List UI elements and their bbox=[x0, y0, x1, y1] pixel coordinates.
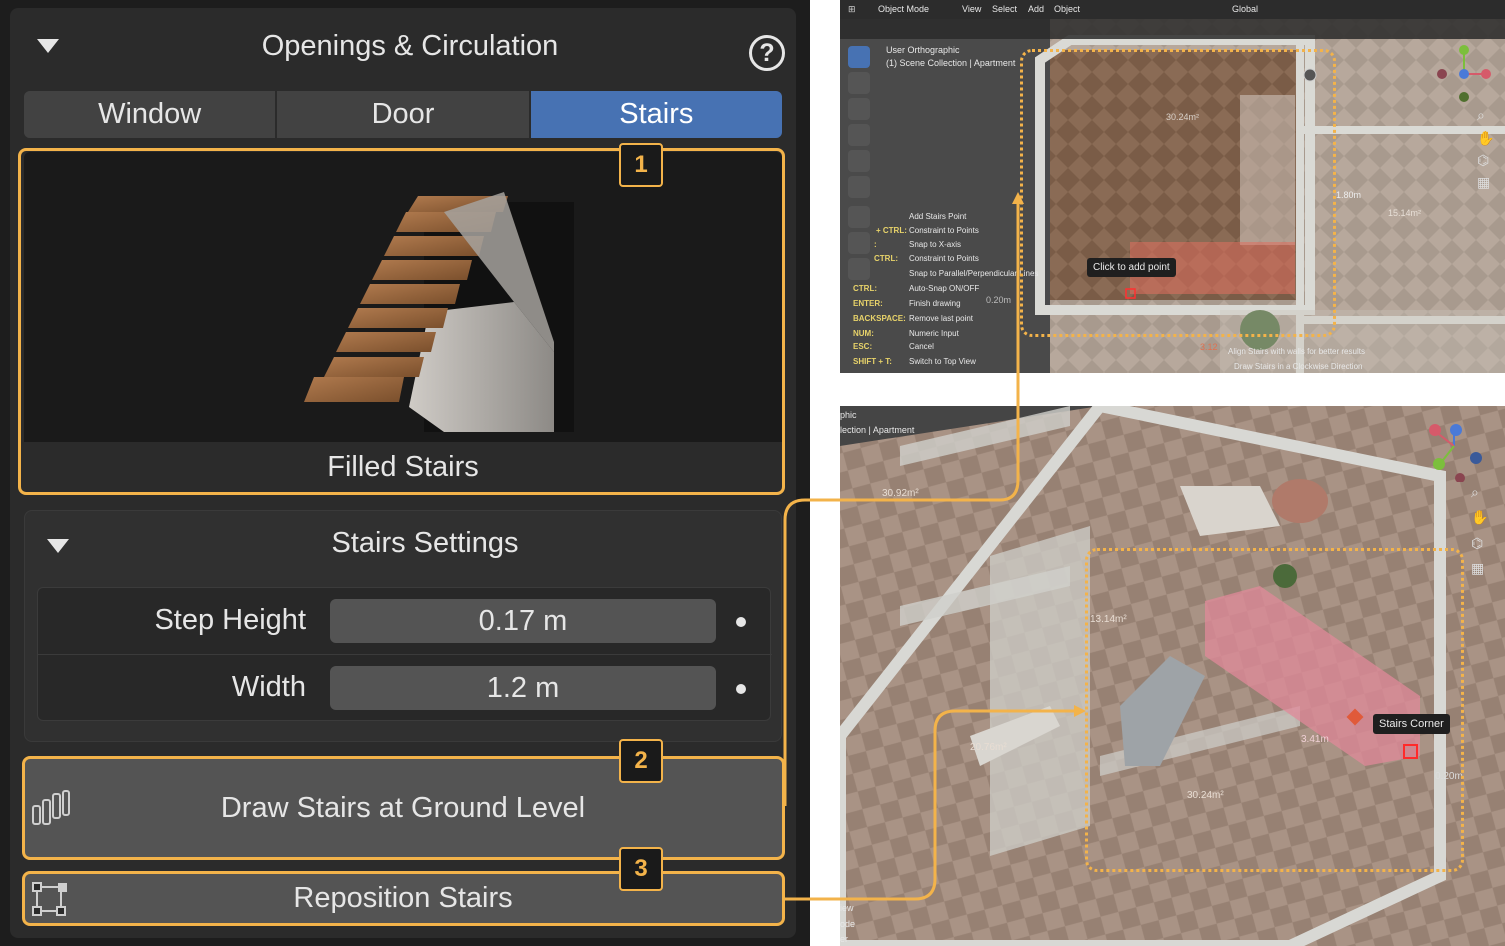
callout-connectors bbox=[783, 192, 1086, 901]
